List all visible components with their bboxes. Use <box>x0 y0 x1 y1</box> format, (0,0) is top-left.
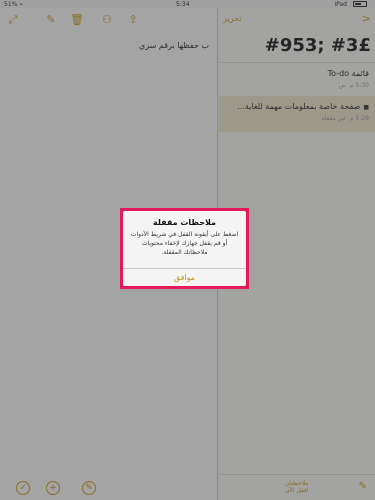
alert-message: اضغط على أيقونة القفل في شريط الأدوات أو… <box>130 231 239 256</box>
locked-notes-alert: ملاحظات مقفلة اضغط على أيقونة القفل في ش… <box>123 211 246 286</box>
alert-highlight-frame: ملاحظات مقفلة اضغط على أيقونة القفل في ش… <box>120 208 249 289</box>
ok-button[interactable]: موافق <box>123 269 246 286</box>
alert-title: ملاحظات مقفلة <box>153 218 216 227</box>
